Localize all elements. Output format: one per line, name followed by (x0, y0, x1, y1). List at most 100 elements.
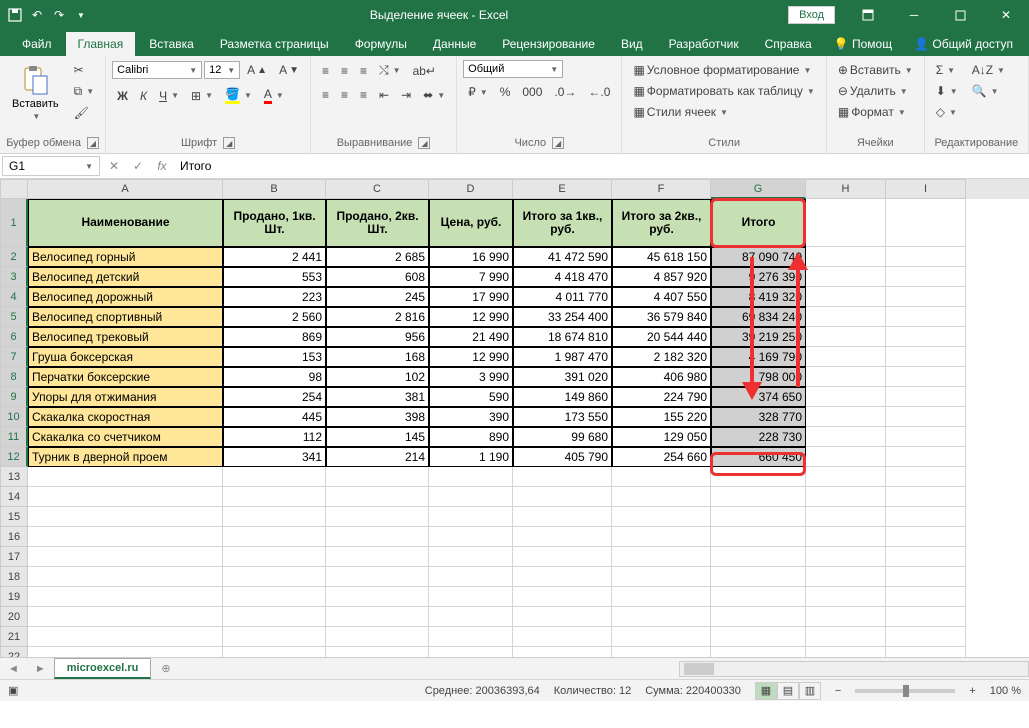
cell-F18[interactable] (612, 567, 711, 587)
increase-indent-button[interactable]: ⇥ (396, 85, 416, 105)
fill-color-button[interactable]: 🪣▼ (220, 84, 257, 107)
percent-button[interactable]: % (495, 82, 516, 102)
cell-C2[interactable]: 2 685 (326, 247, 429, 267)
cell-C11[interactable]: 145 (326, 427, 429, 447)
cell-F5[interactable]: 36 579 840 (612, 307, 711, 327)
zoom-level[interactable]: 100 % (990, 685, 1021, 697)
cell-H19[interactable] (806, 587, 886, 607)
row-header-14[interactable]: 14 (0, 487, 28, 507)
row-header-21[interactable]: 21 (0, 627, 28, 647)
cell-D6[interactable]: 21 490 (429, 327, 513, 347)
cell-H10[interactable] (806, 407, 886, 427)
cell-B3[interactable]: 553 (223, 267, 326, 287)
align-center-button[interactable]: ≡ (336, 85, 353, 105)
cell-B19[interactable] (223, 587, 326, 607)
font-size-combo[interactable]: 12▼ (204, 61, 240, 79)
cell-G5[interactable]: 69 834 240 (711, 307, 806, 327)
cell-G17[interactable] (711, 547, 806, 567)
cell-F15[interactable] (612, 507, 711, 527)
cell-G22[interactable] (711, 647, 806, 657)
cell-D4[interactable]: 17 990 (429, 287, 513, 307)
cell-B10[interactable]: 445 (223, 407, 326, 427)
cell-F14[interactable] (612, 487, 711, 507)
cell-F10[interactable]: 155 220 (612, 407, 711, 427)
cell-E9[interactable]: 149 860 (513, 387, 612, 407)
cell-G20[interactable] (711, 607, 806, 627)
align-bottom-button[interactable]: ≡ (355, 61, 372, 81)
row-header-13[interactable]: 13 (0, 467, 28, 487)
cell-A14[interactable] (28, 487, 223, 507)
cell-E18[interactable] (513, 567, 612, 587)
cell-A7[interactable]: Груша боксерская (28, 347, 223, 367)
close-icon[interactable]: ✕ (983, 0, 1029, 30)
cell-I5[interactable] (886, 307, 966, 327)
align-middle-button[interactable]: ≡ (336, 61, 353, 81)
cell-D12[interactable]: 1 190 (429, 447, 513, 467)
zoom-slider[interactable] (855, 689, 955, 693)
decrease-decimal-button[interactable]: ←.0 (583, 82, 615, 102)
cell-I17[interactable] (886, 547, 966, 567)
sort-filter-button[interactable]: A↓Z▼ (967, 60, 1010, 80)
row-header-5[interactable]: 5 (0, 307, 28, 327)
cell-D17[interactable] (429, 547, 513, 567)
tab-data[interactable]: Данные (421, 32, 488, 56)
row-header-1[interactable]: 1 (0, 199, 28, 247)
cell-C18[interactable] (326, 567, 429, 587)
cell-I7[interactable] (886, 347, 966, 367)
new-sheet-button[interactable]: ⊕ (151, 662, 180, 675)
cell-H20[interactable] (806, 607, 886, 627)
cell-D13[interactable] (429, 467, 513, 487)
cell-I16[interactable] (886, 527, 966, 547)
cell-A19[interactable] (28, 587, 223, 607)
cell-F22[interactable] (612, 647, 711, 657)
cell-A17[interactable] (28, 547, 223, 567)
row-header-18[interactable]: 18 (0, 567, 28, 587)
cell-C12[interactable]: 214 (326, 447, 429, 467)
cell-H12[interactable] (806, 447, 886, 467)
cut-button[interactable]: ✂ (69, 60, 100, 80)
cell-B6[interactable]: 869 (223, 327, 326, 347)
col-header-I[interactable]: I (886, 179, 966, 199)
sheet-tab-active[interactable]: microexcel.ru (54, 658, 152, 679)
cell-C19[interactable] (326, 587, 429, 607)
number-launcher[interactable]: ◢ (552, 137, 564, 149)
autosum-button[interactable]: Σ▼ (931, 60, 963, 80)
cell-H21[interactable] (806, 627, 886, 647)
delete-cells-button[interactable]: ⊖Удалить▼ (833, 81, 913, 101)
cell-I15[interactable] (886, 507, 966, 527)
row-header-4[interactable]: 4 (0, 287, 28, 307)
sheet-nav-next[interactable]: ► (27, 663, 54, 675)
cell-H22[interactable] (806, 647, 886, 657)
cell-I18[interactable] (886, 567, 966, 587)
cell-G11[interactable]: 228 730 (711, 427, 806, 447)
cell-B14[interactable] (223, 487, 326, 507)
cell-C17[interactable] (326, 547, 429, 567)
cell-B17[interactable] (223, 547, 326, 567)
cell-E16[interactable] (513, 527, 612, 547)
tab-layout[interactable]: Разметка страницы (208, 32, 341, 56)
italic-button[interactable]: К (135, 86, 152, 106)
cell-B11[interactable]: 112 (223, 427, 326, 447)
cell-E11[interactable]: 99 680 (513, 427, 612, 447)
cell-G13[interactable] (711, 467, 806, 487)
cell-A5[interactable]: Велосипед спортивный (28, 307, 223, 327)
underline-button[interactable]: Ч▼ (154, 86, 184, 106)
cell-D1[interactable]: Цена, руб. (429, 199, 513, 247)
cell-E4[interactable]: 4 011 770 (513, 287, 612, 307)
cell-I2[interactable] (886, 247, 966, 267)
cell-A6[interactable]: Велосипед трековый (28, 327, 223, 347)
align-left-button[interactable]: ≡ (317, 85, 334, 105)
row-header-7[interactable]: 7 (0, 347, 28, 367)
col-header-G[interactable]: G (711, 179, 806, 199)
cell-H17[interactable] (806, 547, 886, 567)
cell-F16[interactable] (612, 527, 711, 547)
cell-C6[interactable]: 956 (326, 327, 429, 347)
cell-D3[interactable]: 7 990 (429, 267, 513, 287)
alignment-launcher[interactable]: ◢ (418, 137, 430, 149)
cell-G15[interactable] (711, 507, 806, 527)
tab-review[interactable]: Рецензирование (490, 32, 607, 56)
cell-C15[interactable] (326, 507, 429, 527)
insert-cells-button[interactable]: ⊕Вставить▼ (833, 60, 918, 80)
cell-F19[interactable] (612, 587, 711, 607)
cell-F20[interactable] (612, 607, 711, 627)
